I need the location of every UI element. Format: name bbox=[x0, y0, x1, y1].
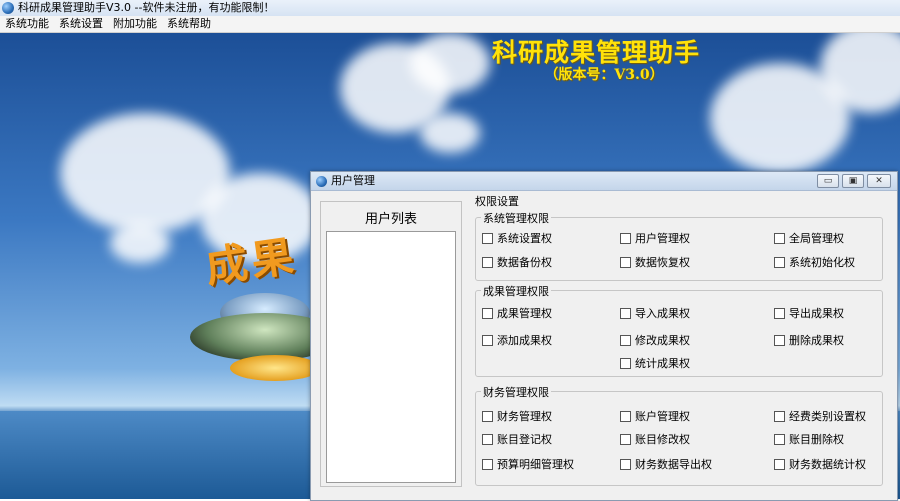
dialog-title: 用户管理 bbox=[331, 174, 375, 187]
perm-achievement-management[interactable]: 成果管理权 bbox=[482, 305, 552, 321]
user-management-dialog: 用户管理 ▭ ▣ ✕ 用户列表 权限设置 系统管理权限 系统设置权 用户管理权 … bbox=[310, 171, 898, 501]
perm-fund-category-settings[interactable]: 经费类别设置权 bbox=[774, 408, 866, 424]
checkbox[interactable] bbox=[620, 256, 631, 268]
perm-system-init[interactable]: 系统初始化权 bbox=[774, 254, 855, 270]
checkbox[interactable] bbox=[482, 410, 493, 422]
perm-stat-achievement[interactable]: 统计成果权 bbox=[620, 355, 690, 371]
checkbox[interactable] bbox=[620, 334, 631, 346]
checkbox[interactable] bbox=[774, 433, 785, 445]
checkbox[interactable] bbox=[774, 410, 785, 422]
perm-ledger-delete[interactable]: 账目删除权 bbox=[774, 431, 844, 447]
user-list-title: 用户列表 bbox=[364, 212, 417, 227]
menu-system-settings[interactable]: 系统设置 bbox=[54, 16, 108, 32]
group-title: 系统管理权限 bbox=[481, 210, 551, 226]
main-title-bar[interactable]: 科研成果管理助手V3.0 --软件未注册，有功能限制！ bbox=[0, 0, 900, 17]
checkbox[interactable] bbox=[482, 458, 493, 470]
cloud bbox=[420, 113, 480, 153]
menu-extra-functions[interactable]: 附加功能 bbox=[108, 16, 162, 32]
dialog-app-icon bbox=[316, 175, 327, 187]
perm-finance-data-stat[interactable]: 财务数据统计权 bbox=[774, 456, 866, 472]
checkbox[interactable] bbox=[620, 232, 631, 244]
group-title: 财务管理权限 bbox=[481, 384, 551, 400]
system-permissions-group: 系统管理权限 系统设置权 用户管理权 全局管理权 数据备份权 数据恢复权 系统初… bbox=[475, 210, 883, 281]
user-list-panel: 用户列表 bbox=[320, 201, 462, 487]
checkbox[interactable] bbox=[774, 232, 785, 244]
checkbox[interactable] bbox=[482, 307, 493, 319]
perm-data-backup[interactable]: 数据备份权 bbox=[482, 254, 552, 270]
achievement-permissions-group: 成果管理权限 成果管理权 导入成果权 导出成果权 添加成果权 修改成果权 删除成… bbox=[475, 283, 883, 377]
checkbox[interactable] bbox=[774, 256, 785, 268]
checkbox[interactable] bbox=[482, 256, 493, 268]
restore-button[interactable]: ▣ bbox=[842, 174, 864, 188]
perm-account-management[interactable]: 账户管理权 bbox=[620, 408, 690, 424]
checkbox[interactable] bbox=[774, 307, 785, 319]
perm-global-management[interactable]: 全局管理权 bbox=[774, 230, 844, 246]
checkbox[interactable] bbox=[774, 458, 785, 470]
banner-version: （版本号：V3.0） bbox=[544, 67, 664, 83]
perm-add-achievement[interactable]: 添加成果权 bbox=[482, 332, 552, 348]
menu-system-functions[interactable]: 系统功能 bbox=[0, 16, 54, 32]
cloud bbox=[110, 223, 170, 263]
dialog-title-bar[interactable]: 用户管理 ▭ ▣ ✕ bbox=[311, 172, 897, 191]
app-logo-icon bbox=[2, 2, 14, 14]
menu-system-help[interactable]: 系统帮助 bbox=[162, 16, 216, 32]
perm-data-restore[interactable]: 数据恢复权 bbox=[620, 254, 690, 270]
checkbox[interactable] bbox=[482, 232, 493, 244]
checkbox[interactable] bbox=[482, 433, 493, 445]
checkbox[interactable] bbox=[620, 433, 631, 445]
window-title: 科研成果管理助手V3.0 --软件未注册，有功能限制！ bbox=[18, 1, 275, 14]
perm-export-achievement[interactable]: 导出成果权 bbox=[774, 305, 844, 321]
group-title: 成果管理权限 bbox=[481, 283, 551, 299]
minimize-button[interactable]: ▭ bbox=[817, 174, 839, 188]
perm-ledger-entry[interactable]: 账目登记权 bbox=[482, 431, 552, 447]
checkbox[interactable] bbox=[620, 357, 631, 369]
perm-finance-management[interactable]: 财务管理权 bbox=[482, 408, 552, 424]
checkbox[interactable] bbox=[774, 334, 785, 346]
menu-bar: 系统功能 系统设置 附加功能 系统帮助 bbox=[0, 16, 900, 33]
perm-system-settings[interactable]: 系统设置权 bbox=[482, 230, 552, 246]
perm-finance-data-export[interactable]: 财务数据导出权 bbox=[620, 456, 712, 472]
permissions-label: 权限设置 bbox=[475, 195, 519, 208]
logo-text: 成果 bbox=[202, 230, 301, 293]
checkbox[interactable] bbox=[620, 458, 631, 470]
checkbox[interactable] bbox=[620, 410, 631, 422]
checkbox[interactable] bbox=[482, 334, 493, 346]
user-list[interactable] bbox=[326, 231, 456, 483]
perm-edit-achievement[interactable]: 修改成果权 bbox=[620, 332, 690, 348]
finance-permissions-group: 财务管理权限 财务管理权 账户管理权 经费类别设置权 账目登记权 账目修改权 账… bbox=[475, 384, 883, 486]
checkbox[interactable] bbox=[620, 307, 631, 319]
perm-budget-detail-management[interactable]: 预算明细管理权 bbox=[482, 456, 574, 472]
perm-delete-achievement[interactable]: 删除成果权 bbox=[774, 332, 844, 348]
perm-import-achievement[interactable]: 导入成果权 bbox=[620, 305, 690, 321]
perm-user-management[interactable]: 用户管理权 bbox=[620, 230, 690, 246]
perm-ledger-edit[interactable]: 账目修改权 bbox=[620, 431, 690, 447]
close-button[interactable]: ✕ bbox=[867, 174, 891, 188]
